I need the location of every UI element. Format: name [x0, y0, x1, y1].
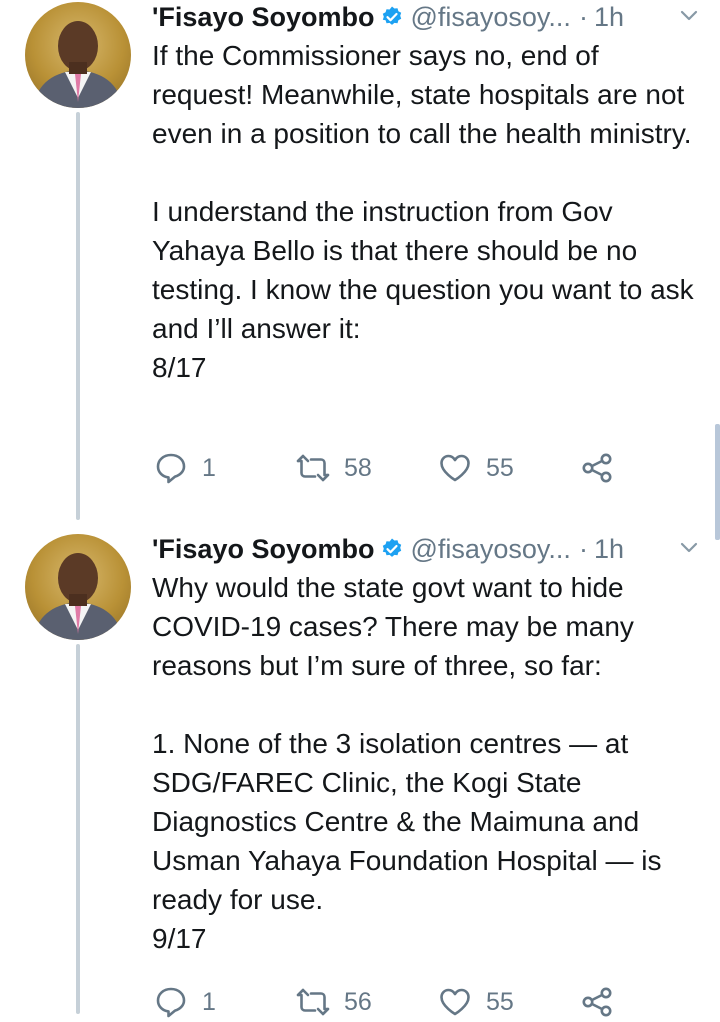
share-button[interactable] [580, 448, 614, 488]
tweet-header: 'Fisayo Soyombo @fisayosoy... · 1h [152, 530, 700, 568]
retweet-count: 56 [344, 987, 372, 1016]
separator: · [578, 1, 588, 32]
like-count: 55 [486, 453, 514, 482]
tweet[interactable]: 'Fisayo Soyombo @fisayosoy... · 1h Why w… [0, 530, 720, 1018]
share-button[interactable] [580, 982, 614, 1022]
like-button[interactable]: 55 [438, 982, 514, 1022]
tweet-actions: 1 58 55 [152, 448, 622, 488]
chevron-down-icon[interactable] [678, 536, 700, 558]
reply-count: 1 [202, 453, 216, 482]
tweet-text: If the Commissioner says no, end of requ… [152, 36, 707, 387]
like-button[interactable]: 55 [438, 448, 514, 488]
separator: · [578, 533, 588, 564]
reply-count: 1 [202, 987, 216, 1016]
thread-line [76, 112, 80, 520]
tweet-header: 'Fisayo Soyombo @fisayosoy... · 1h [152, 0, 700, 36]
avatar-photo-icon [33, 553, 123, 640]
share-icon [582, 453, 612, 483]
tweet-text: Why would the state govt want to hide CO… [152, 568, 707, 958]
reply-icon [156, 453, 186, 484]
avatar[interactable] [25, 2, 131, 108]
heart-icon [440, 454, 470, 482]
verified-badge-icon [383, 6, 402, 25]
author-name[interactable]: 'Fisayo Soyombo [152, 2, 374, 33]
like-count: 55 [486, 987, 514, 1016]
retweet-count: 58 [344, 453, 372, 482]
timestamp[interactable]: 1h [594, 2, 624, 33]
tweet-paragraph: Why would the state govt want to hide CO… [152, 572, 634, 681]
chevron-down-icon[interactable] [678, 4, 700, 26]
tweet-paragraph: If the Commissioner says no, end of requ… [152, 40, 692, 149]
retweet-button[interactable]: 58 [296, 448, 372, 488]
retweet-icon [296, 454, 330, 482]
author-handle[interactable]: @fisayosoy... [410, 534, 570, 565]
reply-button[interactable]: 1 [154, 982, 216, 1022]
verified-badge-icon [383, 538, 402, 557]
tweet-actions: 1 56 55 [152, 982, 622, 1022]
tweet-paragraph: 1. None of the 3 isolation centres — at … [152, 728, 662, 954]
author-handle[interactable]: @fisayosoy... [410, 2, 570, 33]
retweet-button[interactable]: 56 [296, 982, 372, 1022]
reply-button[interactable]: 1 [154, 448, 216, 488]
tweet[interactable]: 'Fisayo Soyombo @fisayosoy... · 1h If th… [0, 0, 720, 520]
tweet-paragraph: I understand the instruction from Gov Ya… [152, 196, 694, 383]
scrollbar-thumb[interactable] [715, 424, 720, 540]
timestamp[interactable]: 1h [594, 534, 624, 565]
author-name[interactable]: 'Fisayo Soyombo [152, 534, 374, 565]
thread-line [76, 644, 80, 1014]
avatar[interactable] [25, 534, 131, 640]
avatar-photo-icon [33, 21, 123, 108]
